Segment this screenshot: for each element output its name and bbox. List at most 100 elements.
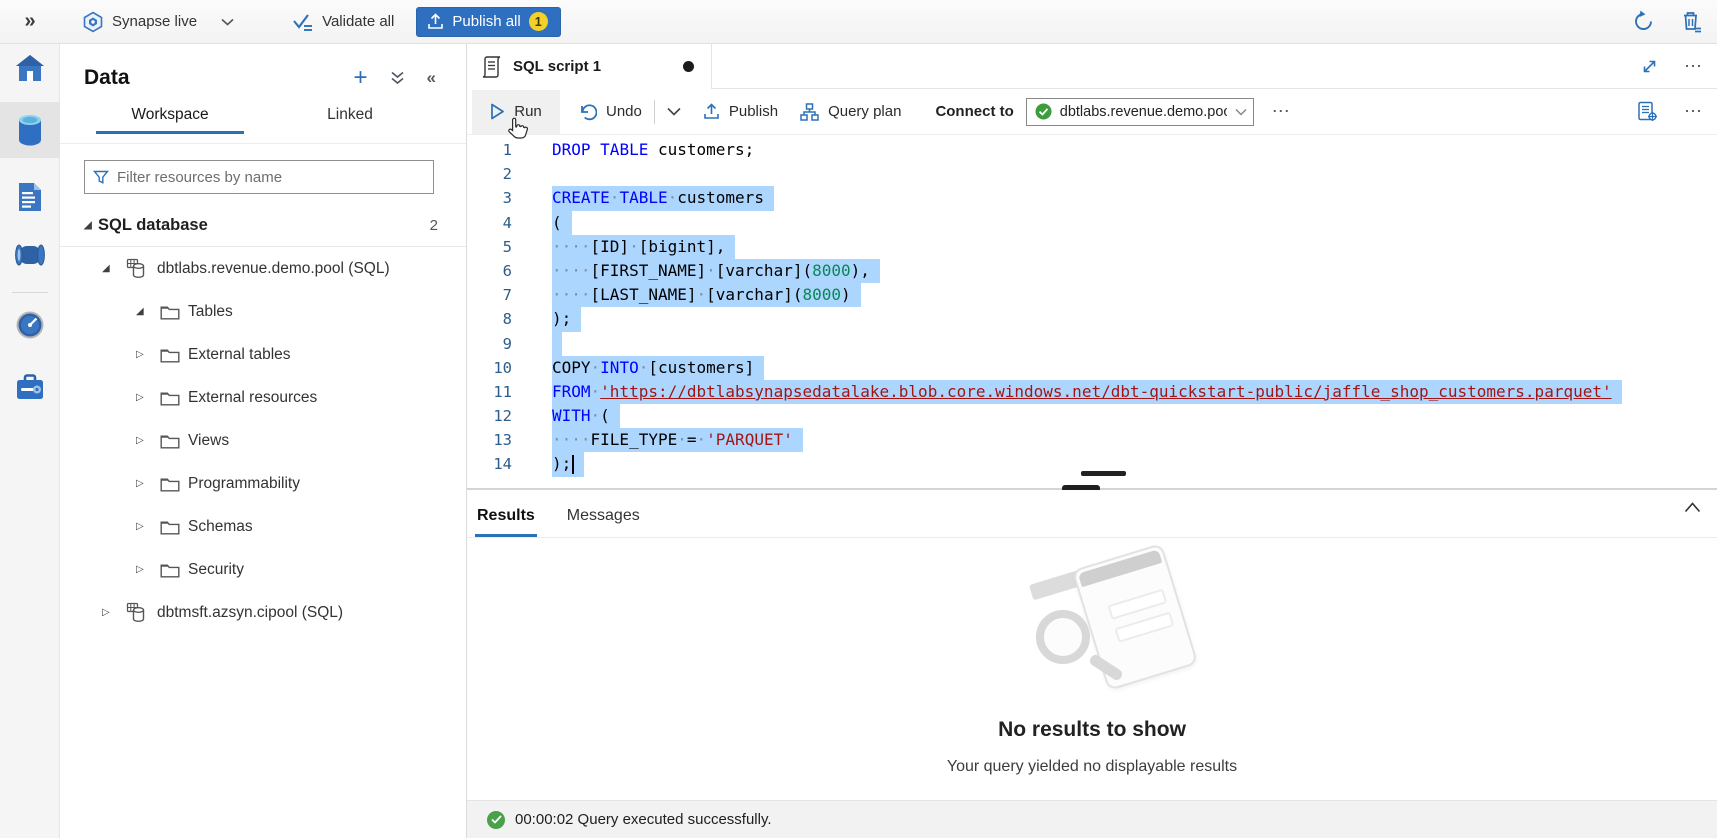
tab-results[interactable]: Results (477, 507, 535, 537)
tree-item-schemas[interactable]: ▷Schemas (60, 505, 466, 548)
code-line-6[interactable]: 6····[FIRST_NAME]·[varchar](8000), (467, 259, 1717, 283)
twisty-expanded-icon[interactable]: ◢ (102, 263, 116, 274)
twisty-collapsed-icon[interactable]: ▷ (136, 521, 150, 532)
editor-area: SQL script 1 ⋯ Run Undo (467, 44, 1717, 838)
validate-label: Validate all (322, 13, 394, 30)
folder-icon (160, 475, 180, 492)
code-line-4[interactable]: 4( (467, 211, 1717, 235)
run-label: Run (514, 103, 542, 120)
twisty-collapsed-icon[interactable]: ▷ (136, 392, 150, 403)
tree-item-tables[interactable]: ◢Tables (60, 290, 466, 333)
twisty-collapsed-icon[interactable]: ▷ (136, 564, 150, 575)
code-text: FROM·'https://dbtlabsynapsedatalake.blob… (552, 380, 1622, 404)
panel-title: Data (84, 66, 130, 90)
editor-scroll-dash[interactable] (1081, 471, 1126, 476)
properties-icon[interactable] (1637, 101, 1658, 122)
line-number: 10 (467, 356, 512, 380)
twisty-collapsed-icon[interactable]: ▷ (136, 478, 150, 489)
code-text: ); (552, 452, 584, 476)
publish-all-button[interactable]: Publish all 1 (416, 7, 560, 37)
twisty-expanded-icon[interactable]: ◢ (84, 220, 98, 231)
integrate-icon (14, 242, 46, 268)
code-line-13[interactable]: 13····FILE_TYPE·=·'PARQUET' (467, 428, 1717, 452)
undo-redo-chevron-icon[interactable] (667, 107, 681, 116)
empty-state-subtitle: Your query yielded no displayable result… (467, 758, 1717, 776)
query-plan-button[interactable]: Query plan (800, 103, 901, 121)
toolbar-more-icon[interactable]: ⋯ (1272, 101, 1291, 122)
tree-item-security[interactable]: ▷Security (60, 548, 466, 591)
code-text: ····[LAST_NAME]·[varchar](8000) (552, 283, 861, 307)
code-editor[interactable]: 1DROP TABLE customers;23CREATE·TABLE·cus… (467, 135, 1717, 488)
tab-more-icon[interactable]: ⋯ (1684, 56, 1703, 77)
monitor-icon (15, 310, 45, 340)
toolbar-separator (654, 100, 655, 124)
tree-item-external-tables[interactable]: ▷External tables (60, 333, 466, 376)
line-number: 13 (467, 428, 512, 452)
tree-item-sql-database[interactable]: ◢SQL database2 (60, 204, 466, 247)
tab-messages[interactable]: Messages (567, 507, 640, 537)
rail-monitor-button[interactable] (0, 297, 60, 353)
home-icon (14, 53, 46, 83)
code-line-7[interactable]: 7····[LAST_NAME]·[varchar](8000) (467, 283, 1717, 307)
tree-item-programmability[interactable]: ▷Programmability (60, 462, 466, 505)
code-line-10[interactable]: 10COPY·INTO·[customers] (467, 356, 1717, 380)
expand-rail-button[interactable]: » (0, 10, 60, 33)
rail-divider (12, 292, 48, 293)
collapse-results-icon[interactable] (1684, 502, 1701, 513)
tabs-divider (60, 143, 466, 144)
tab-linked[interactable]: Linked (270, 106, 430, 134)
rail-integrate-button[interactable] (0, 227, 60, 283)
line-number: 3 (467, 186, 512, 210)
tree-item-views[interactable]: ▷Views (60, 419, 466, 462)
rail-home-button[interactable] (0, 40, 60, 96)
refresh-icon[interactable] (1632, 10, 1655, 33)
code-line-9[interactable]: 9 (467, 332, 1717, 356)
undo-button[interactable]: Undo (578, 103, 642, 121)
tree-item-label: dbtmsft.azsyn.cipool (SQL) (157, 604, 343, 622)
code-line-2[interactable]: 2 (467, 162, 1717, 186)
tree-item-external-resources[interactable]: ▷External resources (60, 376, 466, 419)
filter-input[interactable] (117, 169, 425, 186)
collapse-panel-icon[interactable]: « (427, 68, 436, 88)
rail-develop-button[interactable] (0, 169, 60, 225)
folder-icon (160, 432, 180, 449)
twisty-expanded-icon[interactable]: ◢ (136, 306, 150, 317)
mode-switcher[interactable]: Synapse live (82, 11, 234, 33)
code-line-8[interactable]: 8); (467, 307, 1717, 331)
results-panel: Results Messages No results to show Your… (467, 490, 1717, 800)
publish-all-label: Publish all (452, 13, 520, 30)
code-line-1[interactable]: 1DROP TABLE customers; (467, 138, 1717, 162)
text-cursor (572, 455, 574, 474)
code-line-11[interactable]: 11FROM·'https://dbtlabsynapsedatalake.bl… (467, 380, 1717, 404)
tree-item-dbtlabs-revenue-demo-pool-sql-[interactable]: ◢dbtlabs.revenue.demo.pool (SQL) (60, 247, 466, 290)
code-line-3[interactable]: 3CREATE·TABLE·customers (467, 186, 1717, 210)
rail-data-button[interactable] (0, 102, 60, 158)
code-text: ····[FIRST_NAME]·[varchar](8000), (552, 259, 880, 283)
line-number: 14 (467, 452, 512, 476)
toolbar-overflow-icon[interactable]: ⋯ (1684, 101, 1703, 122)
code-text: WITH·( (552, 404, 620, 428)
twisty-collapsed-icon[interactable]: ▷ (102, 607, 116, 618)
code-line-12[interactable]: 12WITH·( (467, 404, 1717, 428)
tab-sql-script-1[interactable]: SQL script 1 (467, 44, 712, 89)
top-command-bar: » Synapse live Validate all Publish all … (0, 0, 1717, 44)
line-number: 8 (467, 307, 512, 331)
pool-select[interactable]: dbtlabs.revenue.demo.pool (1026, 98, 1254, 126)
discard-all-icon[interactable] (1681, 10, 1703, 33)
maximize-icon[interactable] (1641, 58, 1658, 75)
code-line-5[interactable]: 5····[ID]·[bigint], (467, 235, 1717, 259)
double-chevron-down-icon[interactable] (390, 71, 405, 85)
twisty-collapsed-icon[interactable]: ▷ (136, 435, 150, 446)
tree-item-dbtmsft-azsyn-cipool-sql-[interactable]: ▷ dbtmsft.azsyn.cipool (SQL) (60, 591, 466, 634)
publish-button[interactable]: Publish (703, 103, 778, 120)
run-button[interactable]: Run (472, 90, 560, 134)
rail-manage-button[interactable] (0, 359, 60, 415)
add-icon[interactable]: + (354, 66, 368, 90)
validate-all-button[interactable]: Validate all (292, 12, 394, 32)
folder-icon (160, 389, 180, 406)
tab-workspace[interactable]: Workspace (90, 106, 250, 134)
publish-label: Publish (729, 103, 778, 120)
twisty-collapsed-icon[interactable]: ▷ (136, 349, 150, 360)
filter-box[interactable] (84, 160, 434, 194)
status-message: 00:00:02 Query executed successfully. (515, 811, 772, 828)
